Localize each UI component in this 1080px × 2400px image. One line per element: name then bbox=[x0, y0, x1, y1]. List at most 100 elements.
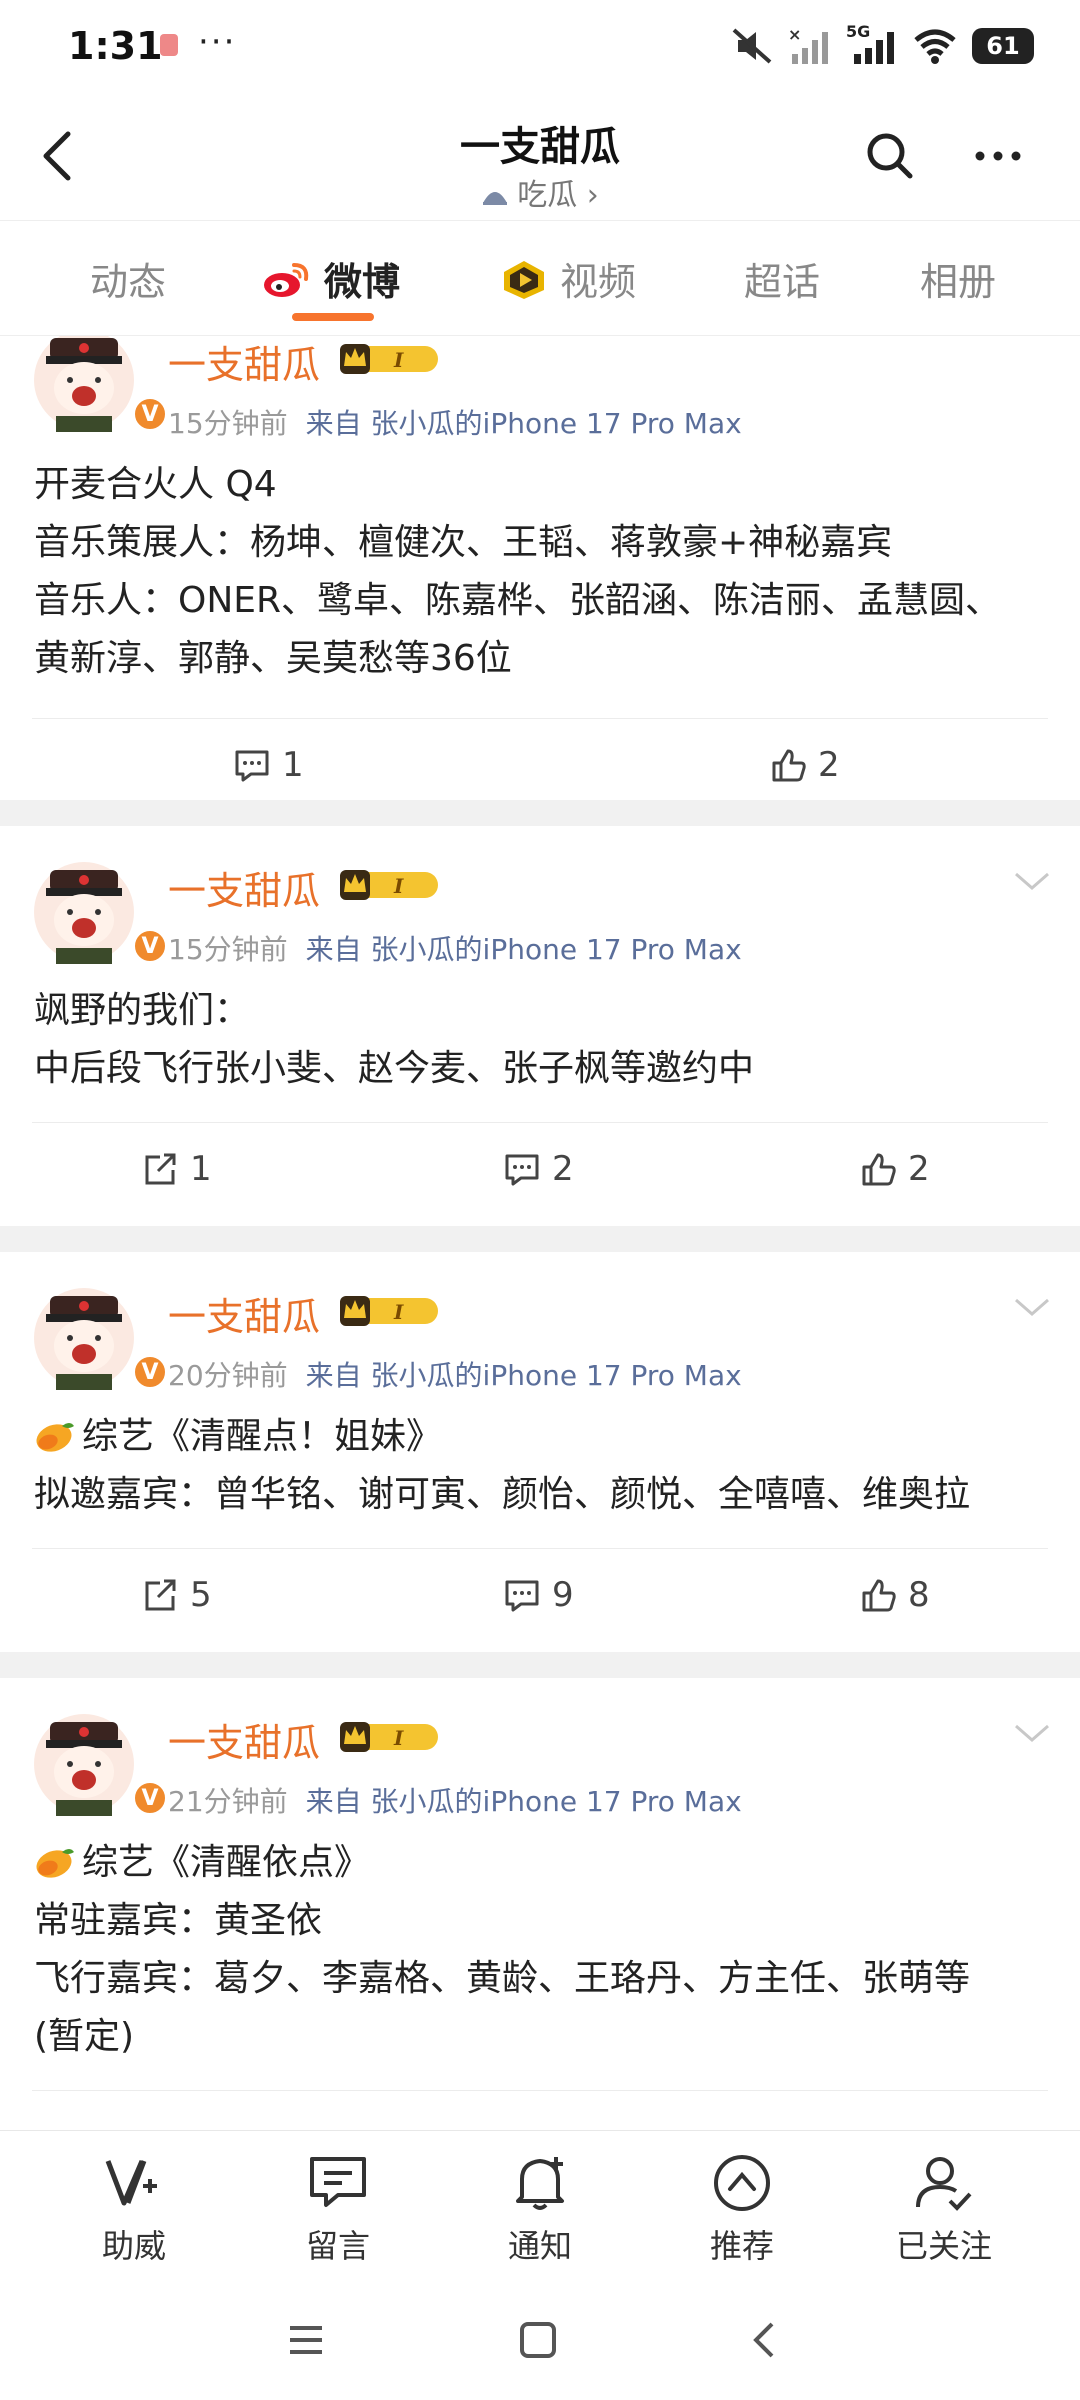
home-icon[interactable] bbox=[508, 2310, 568, 2370]
member-crown-icon[interactable]: I bbox=[336, 340, 440, 376]
post-meta: 15分钟前 来自 张小瓜的iPhone 17 Pro Max bbox=[168, 402, 742, 442]
post-source[interactable]: 来自 张小瓜的iPhone 17 Pro Max bbox=[306, 1785, 742, 1818]
post-line: 音乐策展人：杨坤、檀健次、王韬、蒋敦豪+神秘嘉宾 bbox=[34, 522, 893, 563]
chevron-down-icon[interactable] bbox=[1012, 870, 1052, 894]
avatar[interactable]: V bbox=[32, 860, 168, 964]
nav-label: 留言 bbox=[305, 2227, 370, 2265]
post-content[interactable]: 开麦合火人 Q4 音乐策展人：杨坤、檀健次、王韬、蒋敦豪+神秘嘉宾 音乐人：ON… bbox=[34, 456, 1050, 688]
svg-text:I: I bbox=[393, 348, 404, 372]
post-line: 开麦合火人 Q4 bbox=[34, 464, 277, 505]
5g-signal-icon: 5G bbox=[846, 22, 898, 66]
comment-icon bbox=[235, 750, 269, 782]
post-time: 20分钟前 bbox=[168, 1359, 288, 1392]
like-icon bbox=[772, 749, 806, 782]
bell-plus-icon bbox=[516, 2157, 564, 2210]
nav-notify[interactable]: 通知 bbox=[470, 2151, 610, 2267]
post-source[interactable]: 来自 张小瓜的iPhone 17 Pro Max bbox=[306, 933, 742, 966]
search-icon[interactable] bbox=[862, 128, 918, 184]
nav-recommend[interactable]: 推荐 bbox=[672, 2151, 812, 2267]
profile-tabs: 动态 微博 视频 超话 相册 bbox=[0, 220, 1080, 336]
post-source[interactable]: 来自 张小瓜的iPhone 17 Pro Max bbox=[306, 407, 742, 440]
nav-cheer[interactable]: 助威 bbox=[64, 2151, 204, 2267]
like-icon bbox=[862, 1153, 896, 1186]
nav-label: 通知 bbox=[507, 2227, 572, 2265]
post-content[interactable]: 飒野的我们： 中后段飞行张小斐、赵今麦、张子枫等邀约中 bbox=[34, 982, 1050, 1098]
repost-button[interactable]: 1 bbox=[140, 1149, 212, 1189]
tab-label: 相册 bbox=[920, 260, 997, 304]
user-check-icon bbox=[916, 2157, 972, 2211]
post-line: 综艺《清醒点！姐妹》 bbox=[34, 1408, 1050, 1466]
nav-label: 推荐 bbox=[709, 2227, 774, 2265]
avatar[interactable]: V bbox=[32, 1286, 168, 1390]
profile-tag-link[interactable]: 吃瓜 › bbox=[0, 170, 1080, 214]
tab-weibo[interactable]: 微博 bbox=[262, 251, 400, 306]
author-name[interactable]: 一支甜瓜 bbox=[168, 336, 320, 389]
post-source[interactable]: 来自 张小瓜的iPhone 17 Pro Max bbox=[306, 1359, 742, 1392]
post-card[interactable]: V 一支甜瓜 I 15分钟前 来自 张小瓜的iPhone 17 Pro Max 飒… bbox=[0, 826, 1080, 1226]
post-line: 综艺《清醒依点》 bbox=[34, 1834, 1050, 1892]
like-button[interactable]: 2 bbox=[768, 745, 840, 785]
repost-count: 5 bbox=[190, 1575, 212, 1615]
nav-following[interactable]: 已关注 bbox=[874, 2151, 1014, 2267]
comment-button[interactable]: 9 bbox=[502, 1575, 574, 1615]
profile-tag-label: 吃瓜 › bbox=[517, 178, 599, 213]
post-feed[interactable]: V 一支甜瓜 I 15分钟前 来自 张小瓜的iPhone 17 Pro Max 开… bbox=[0, 336, 1080, 2130]
author-name[interactable]: 一支甜瓜 bbox=[168, 860, 320, 915]
comment-icon bbox=[505, 1154, 539, 1186]
more-notifications-icon: ··· bbox=[198, 22, 237, 62]
cheer-icon bbox=[105, 2160, 157, 2206]
like-count: 2 bbox=[818, 745, 840, 785]
post-content[interactable]: 综艺《清醒依点》 常驻嘉宾：黄圣依 飞行嘉宾：葛夕、李嘉格、黄龄、王珞丹、方主任… bbox=[34, 1834, 1050, 2066]
verified-badge: V bbox=[132, 396, 168, 432]
tab-dynamics[interactable]: 动态 bbox=[90, 251, 166, 306]
avatar[interactable]: V bbox=[32, 336, 168, 432]
system-navigation-bar bbox=[0, 2280, 1080, 2400]
post-card[interactable]: V 一支甜瓜 I 20分钟前 来自 张小瓜的iPhone 17 Pro Max 综… bbox=[0, 1252, 1080, 1652]
tab-label: 微博 bbox=[324, 260, 401, 304]
post-line: 中后段飞行张小斐、赵今麦、张子枫等邀约中 bbox=[34, 1048, 755, 1089]
system-back-icon[interactable] bbox=[736, 2310, 796, 2370]
repost-icon bbox=[145, 1153, 176, 1185]
post-content[interactable]: 综艺《清醒点！姐妹》 拟邀嘉宾：曾华铭、谢可寅、颜怡、颜悦、全嘻嘻、维奥拉 bbox=[34, 1408, 1050, 1524]
like-button[interactable]: 8 bbox=[858, 1575, 930, 1615]
comment-count: 1 bbox=[282, 745, 304, 785]
like-button[interactable]: 2 bbox=[858, 1149, 930, 1189]
comment-count: 9 bbox=[552, 1575, 574, 1615]
member-crown-icon[interactable]: I bbox=[336, 1292, 440, 1328]
comment-icon bbox=[505, 1580, 539, 1612]
tab-video[interactable]: 视频 bbox=[500, 251, 636, 306]
nav-label: 助威 bbox=[101, 2227, 166, 2265]
member-crown-icon[interactable]: I bbox=[336, 866, 440, 902]
post-card[interactable]: V 一支甜瓜 I 21分钟前 来自 张小瓜的iPhone 17 Pro Max 综… bbox=[0, 1678, 1080, 2130]
post-line: 黄新淳、郭静、吴莫愁等36位 bbox=[34, 638, 512, 679]
tab-album[interactable]: 相册 bbox=[920, 251, 996, 306]
menu-icon[interactable] bbox=[276, 2310, 336, 2370]
nav-label: 已关注 bbox=[895, 2227, 992, 2265]
active-tab-indicator bbox=[292, 313, 374, 321]
no-signal-icon: × bbox=[788, 26, 828, 64]
comment-button[interactable]: 1 bbox=[232, 745, 304, 785]
verified-badge: V bbox=[132, 1354, 168, 1390]
member-crown-icon[interactable]: I bbox=[336, 1718, 440, 1754]
nav-message[interactable]: 留言 bbox=[268, 2151, 408, 2267]
post-line: 拟邀嘉宾：曾华铭、谢可寅、颜怡、颜悦、全嘻嘻、维奥拉 bbox=[34, 1474, 971, 1515]
status-icons: × 5G 61 bbox=[730, 22, 1034, 66]
video-icon bbox=[504, 260, 544, 299]
author-name[interactable]: 一支甜瓜 bbox=[168, 1286, 320, 1341]
svg-text:×: × bbox=[788, 26, 801, 44]
chevron-down-icon[interactable] bbox=[1012, 1722, 1052, 1746]
post-line-text: 综艺《清醒点！姐妹》 bbox=[82, 1416, 443, 1457]
author-name[interactable]: 一支甜瓜 bbox=[168, 1712, 320, 1767]
avatar[interactable]: V bbox=[32, 1712, 168, 1816]
tab-supertopic[interactable]: 超话 bbox=[744, 251, 820, 306]
verified-badge: V bbox=[132, 928, 168, 964]
post-card[interactable]: V 一支甜瓜 I 15分钟前 来自 张小瓜的iPhone 17 Pro Max 开… bbox=[0, 336, 1080, 800]
repost-button[interactable]: 5 bbox=[140, 1575, 212, 1615]
chevron-down-icon[interactable] bbox=[1012, 1296, 1052, 1320]
post-line: 飒野的我们： bbox=[34, 990, 251, 1031]
tab-label: 动态 bbox=[90, 260, 167, 304]
more-options-icon[interactable] bbox=[970, 128, 1026, 184]
svg-text:I: I bbox=[393, 874, 404, 898]
divider bbox=[0, 1652, 1080, 1678]
comment-button[interactable]: 2 bbox=[502, 1149, 574, 1189]
